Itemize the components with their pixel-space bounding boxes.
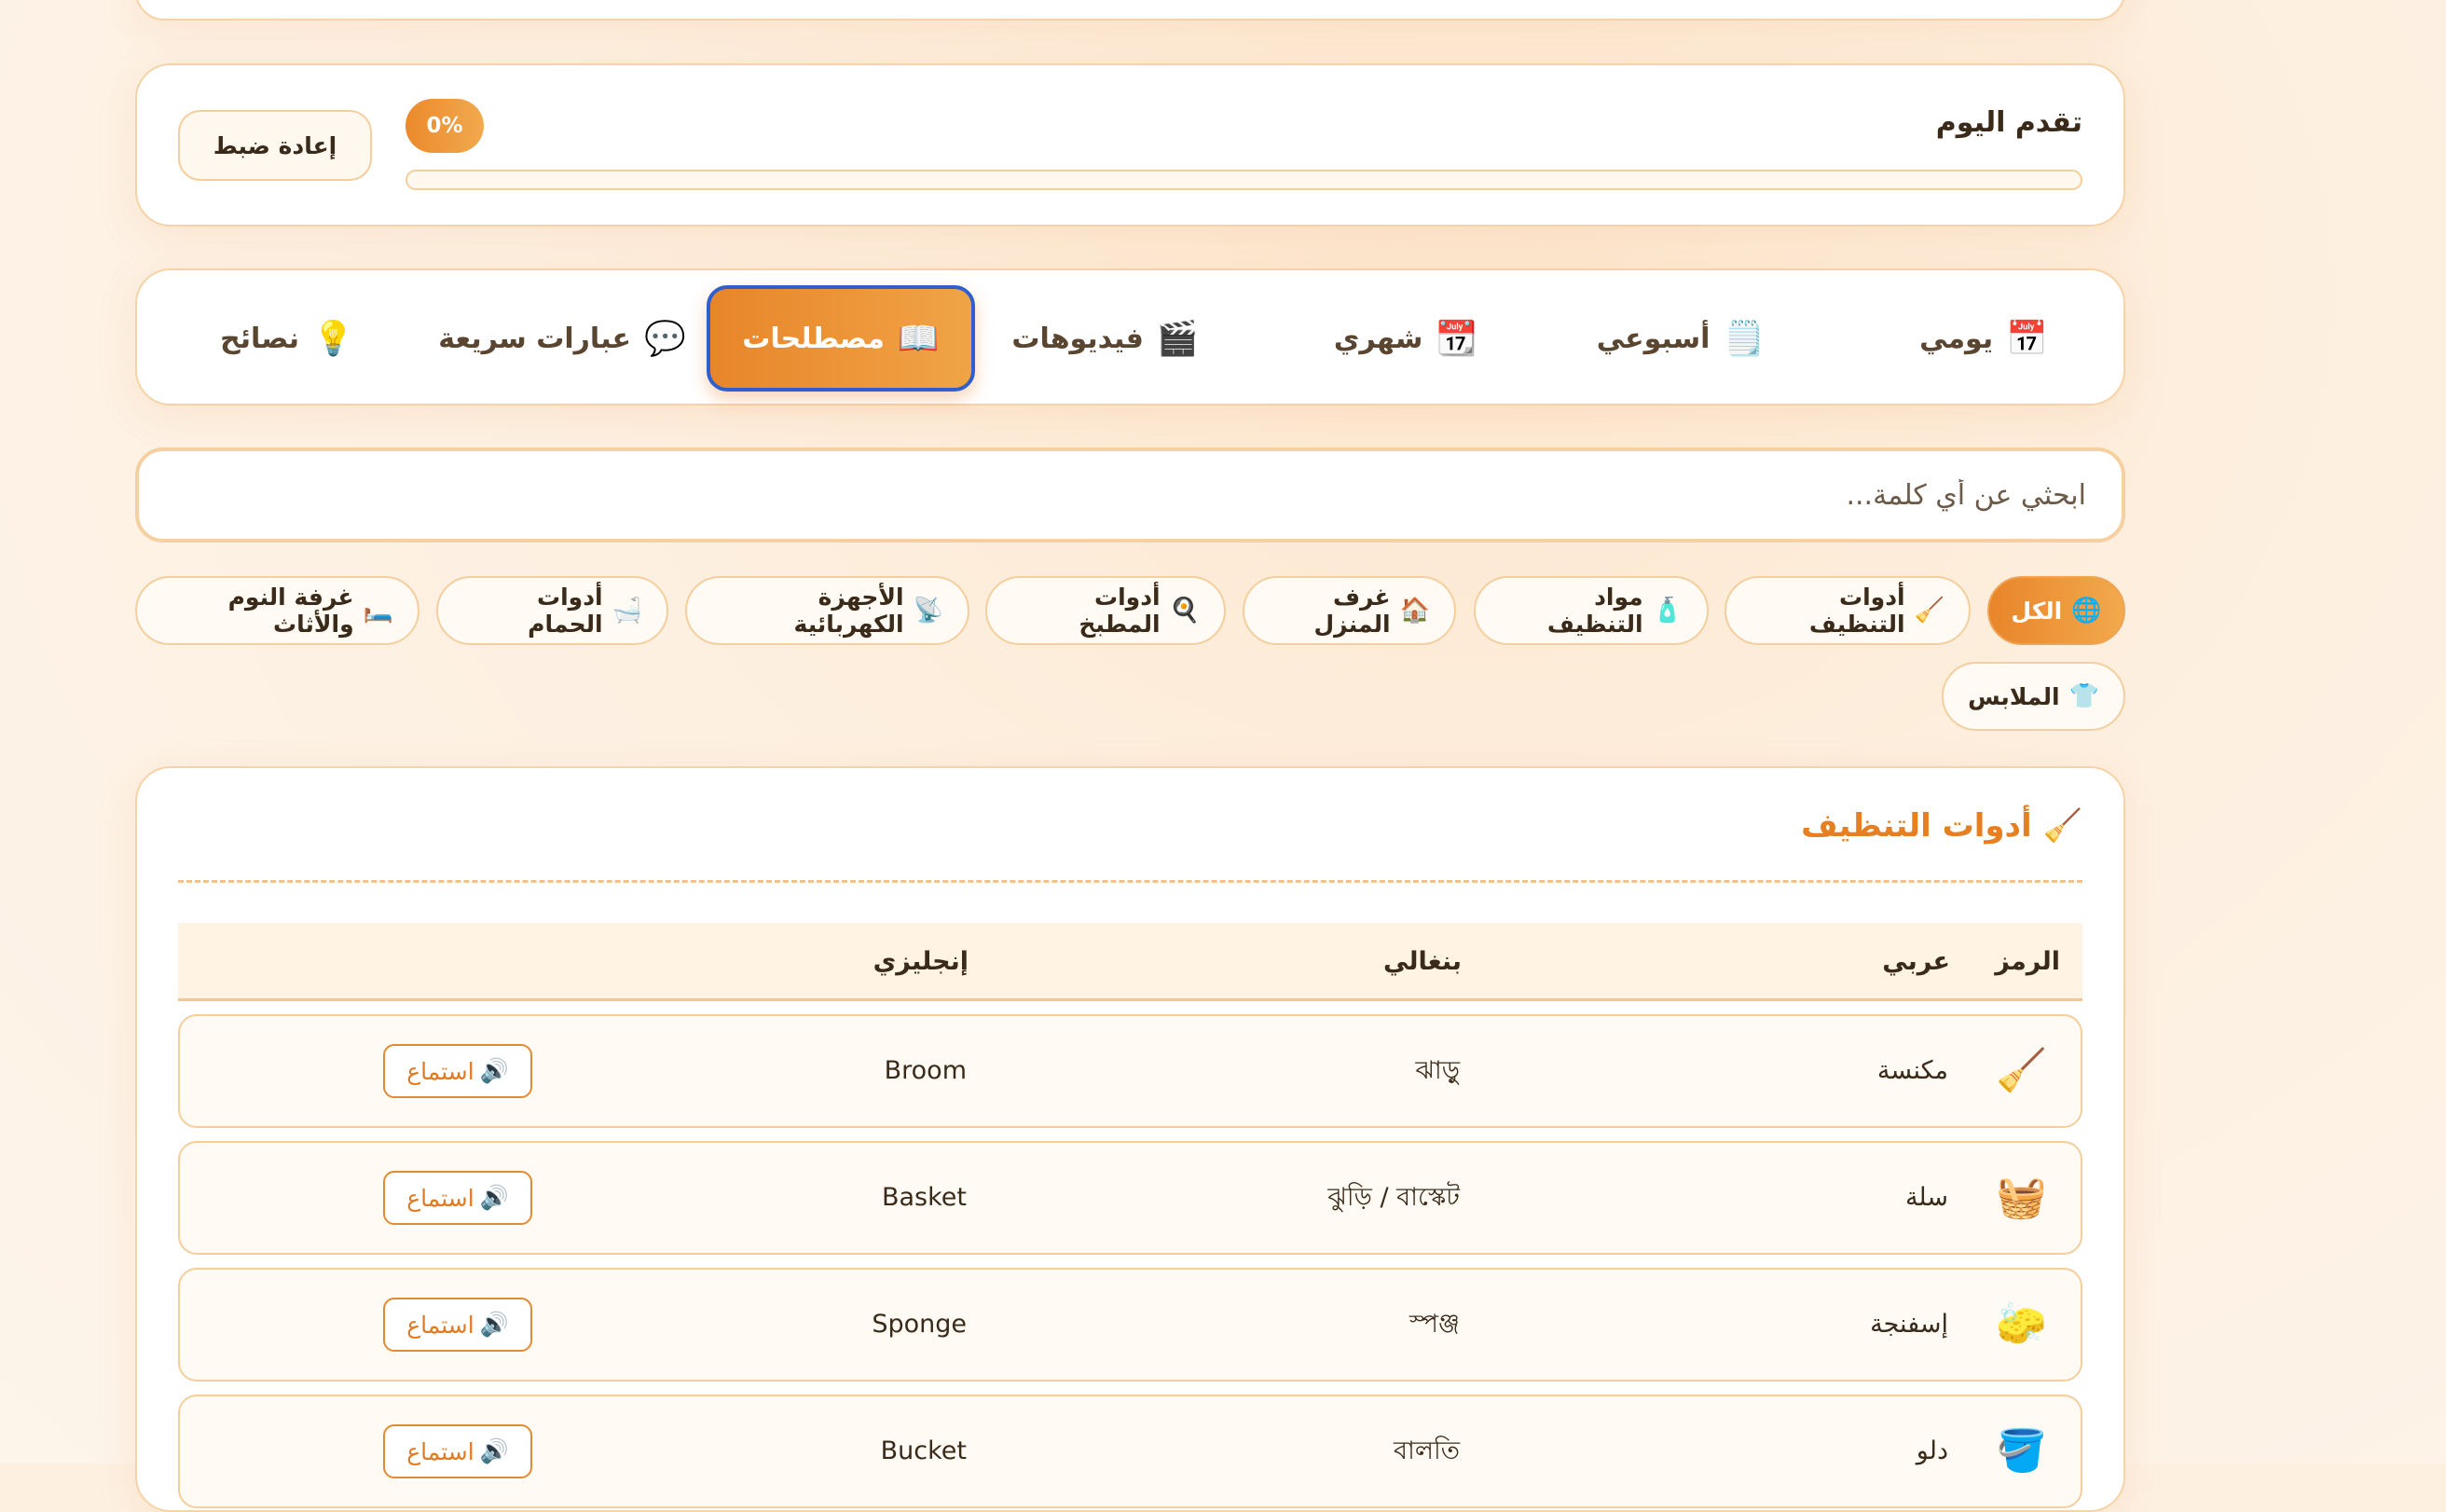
speaker-icon: 🔊 bbox=[479, 1437, 509, 1464]
tab-label: شهري bbox=[1333, 322, 1423, 355]
section-title-text: أدوات التنظيف bbox=[1801, 807, 2032, 845]
arabic-word: مكنسة bbox=[1876, 1056, 1948, 1085]
progress-percent-badge: 0% bbox=[405, 99, 484, 153]
listen-button[interactable]: 🔊 استماع bbox=[383, 1424, 532, 1478]
broom-icon: 🧹 bbox=[1996, 1047, 2047, 1094]
english-word: Bucket bbox=[880, 1436, 967, 1465]
tab-label: نصائح bbox=[220, 322, 300, 355]
listen-label: استماع bbox=[406, 1184, 474, 1212]
bengali-word: ঝাড়ু bbox=[1415, 1056, 1460, 1085]
english-word: Sponge bbox=[872, 1310, 967, 1339]
house-icon: 🏠 bbox=[1399, 597, 1430, 625]
header-english: إنجليزي bbox=[873, 947, 969, 976]
sponge-icon: 🧽 bbox=[1996, 1300, 2047, 1348]
chip-label: غرفة النوم والأثاث bbox=[227, 584, 354, 638]
chip-label: الكل bbox=[2011, 597, 2063, 625]
table-header: الرمز عربي بنغالي إنجليزي bbox=[178, 923, 2082, 1001]
daily-progress-card: تقدم اليوم 0% إعادة ضبط bbox=[135, 63, 2125, 227]
chip-label: أدوات المطبخ bbox=[1079, 584, 1161, 638]
speaker-icon: 🔊 bbox=[479, 1311, 509, 1338]
bucket-icon: 🪣 bbox=[1996, 1427, 2047, 1475]
arabic-word: سلة bbox=[1904, 1183, 1948, 1212]
table-row: 🧽 إسفنجة স্পঞ্জ Sponge 🔊 استماع bbox=[178, 1268, 2082, 1381]
arabic-word: دلو bbox=[1916, 1436, 1948, 1465]
tab-label: عبارات سريعة bbox=[438, 322, 631, 355]
chip-label: غرف المنزل bbox=[1313, 584, 1391, 638]
book-icon: 📖 bbox=[897, 320, 940, 358]
listen-label: استماع bbox=[406, 1311, 474, 1339]
chip-electrical-appliances[interactable]: 📡 الأجهزة الكهربائية bbox=[685, 576, 969, 645]
speech-bubble-icon: 💬 bbox=[643, 320, 686, 358]
listen-button[interactable]: 🔊 استماع bbox=[383, 1298, 532, 1352]
chip-bedroom-furniture[interactable]: 🛏️ غرفة النوم والأثاث bbox=[135, 576, 419, 645]
tab-videos[interactable]: 🎬 فيديوهات bbox=[996, 285, 1215, 392]
chip-bathroom-tools[interactable]: 🛁 أدوات الحمام bbox=[436, 576, 668, 645]
tshirt-icon: 👕 bbox=[2068, 682, 2099, 710]
section-divider bbox=[178, 880, 2082, 883]
tab-daily[interactable]: 📅 يومي bbox=[1900, 285, 2068, 392]
chip-label: مواد التنظيف bbox=[1546, 584, 1643, 638]
bengali-word: স্পঞ্জ bbox=[1409, 1310, 1460, 1339]
listen-label: استماع bbox=[406, 1437, 474, 1465]
calendar-icon: 📅 bbox=[2006, 320, 2048, 358]
notepad-icon: 🗒️ bbox=[1723, 320, 1766, 358]
clapperboard-icon: 🎬 bbox=[1156, 320, 1199, 358]
arabic-word: إسفنجة bbox=[1870, 1310, 1948, 1339]
vocabulary-section: 🧹 أدوات التنظيف الرمز عربي بنغالي إنجليز… bbox=[135, 766, 2125, 1512]
tab-label: مصطلحات bbox=[742, 322, 885, 355]
bengali-word: বালতি bbox=[1394, 1436, 1460, 1465]
chip-kitchen-tools[interactable]: 🍳 أدوات المطبخ bbox=[985, 576, 1226, 645]
chip-clothes[interactable]: 👕 الملابس bbox=[1942, 662, 2125, 731]
frying-pan-icon: 🍳 bbox=[1169, 597, 1200, 625]
listen-button[interactable]: 🔊 استماع bbox=[383, 1044, 532, 1098]
tab-quick-phrases[interactable]: 💬 عبارات سريعة bbox=[432, 285, 693, 392]
chip-label: أدوات الحمام bbox=[528, 584, 603, 638]
tab-label: يومي bbox=[1919, 322, 1994, 355]
progress-bar bbox=[405, 170, 2082, 190]
globe-icon: 🌐 bbox=[2071, 597, 2102, 625]
app-content: تقدم اليوم 0% إعادة ضبط 📅 يومي 🗒️ أسبوعي… bbox=[135, 0, 2125, 1512]
bathtub-icon: 🛁 bbox=[612, 597, 642, 625]
table-row: 🧹 مكنسة ঝাড়ু Broom 🔊 استماع bbox=[178, 1014, 2082, 1128]
chip-all[interactable]: 🌐 الكل bbox=[1987, 576, 2125, 645]
reset-button[interactable]: إعادة ضبط bbox=[178, 110, 372, 181]
search-input[interactable] bbox=[135, 447, 2125, 543]
chip-cleaning-supplies[interactable]: 🧴 مواد التنظيف bbox=[1474, 576, 1709, 645]
tab-terms[interactable]: 📖 مصطلحات bbox=[707, 285, 975, 392]
table-row: 🪣 دلو বালতি Bucket 🔊 استماع bbox=[178, 1395, 2082, 1508]
satellite-dish-icon: 📡 bbox=[913, 597, 943, 625]
chip-cleaning-tools[interactable]: 🧹 أدوات التنظيف bbox=[1725, 576, 1971, 645]
progress-title: تقدم اليوم bbox=[1935, 106, 2082, 139]
tabs-bar: 📅 يومي 🗒️ أسبوعي 📆 شهري 🎬 فيديوهات 📖 مصط… bbox=[135, 268, 2125, 405]
tab-label: أسبوعي bbox=[1596, 322, 1711, 355]
bed-icon: 🛏️ bbox=[363, 597, 393, 625]
listen-button[interactable]: 🔊 استماع bbox=[383, 1171, 532, 1225]
chip-home-rooms[interactable]: 🏠 غرف المنزل bbox=[1243, 576, 1456, 645]
previous-card-edge bbox=[135, 0, 2125, 21]
tab-monthly[interactable]: 📆 شهري bbox=[1322, 285, 1490, 392]
header-symbol: الرمز bbox=[1995, 947, 2060, 976]
tab-tips[interactable]: 💡 نصائح bbox=[203, 285, 371, 392]
english-word: Broom bbox=[884, 1056, 967, 1085]
tab-label: فيديوهات bbox=[1011, 322, 1144, 355]
bengali-word: ঝুড়ি / বাস্কেট bbox=[1327, 1183, 1460, 1212]
speaker-icon: 🔊 bbox=[479, 1184, 509, 1211]
chip-label: الأجهزة الكهربائية bbox=[793, 584, 904, 638]
broom-icon: 🧹 bbox=[2042, 807, 2082, 845]
header-bengali: بنغالي bbox=[1383, 947, 1462, 976]
tab-weekly[interactable]: 🗒️ أسبوعي bbox=[1578, 285, 1783, 392]
lotion-bottle-icon: 🧴 bbox=[1652, 597, 1683, 625]
basket-icon: 🧺 bbox=[1996, 1174, 2047, 1221]
section-title: 🧹 أدوات التنظيف bbox=[1801, 807, 2082, 845]
english-word: Basket bbox=[881, 1183, 967, 1212]
chip-label: الملابس bbox=[1968, 682, 2060, 710]
header-arabic: عربي bbox=[1882, 947, 1950, 976]
table-row: 🧺 سلة ঝুড়ি / বাস্কেট Basket 🔊 استماع bbox=[178, 1141, 2082, 1255]
lightbulb-icon: 💡 bbox=[312, 320, 354, 358]
speaker-icon: 🔊 bbox=[479, 1057, 509, 1084]
broom-icon: 🧹 bbox=[1914, 597, 1944, 625]
calendar-month-icon: 📆 bbox=[1436, 320, 1478, 358]
listen-label: استماع bbox=[406, 1057, 474, 1085]
chip-label: أدوات التنظيف bbox=[1808, 584, 1905, 638]
